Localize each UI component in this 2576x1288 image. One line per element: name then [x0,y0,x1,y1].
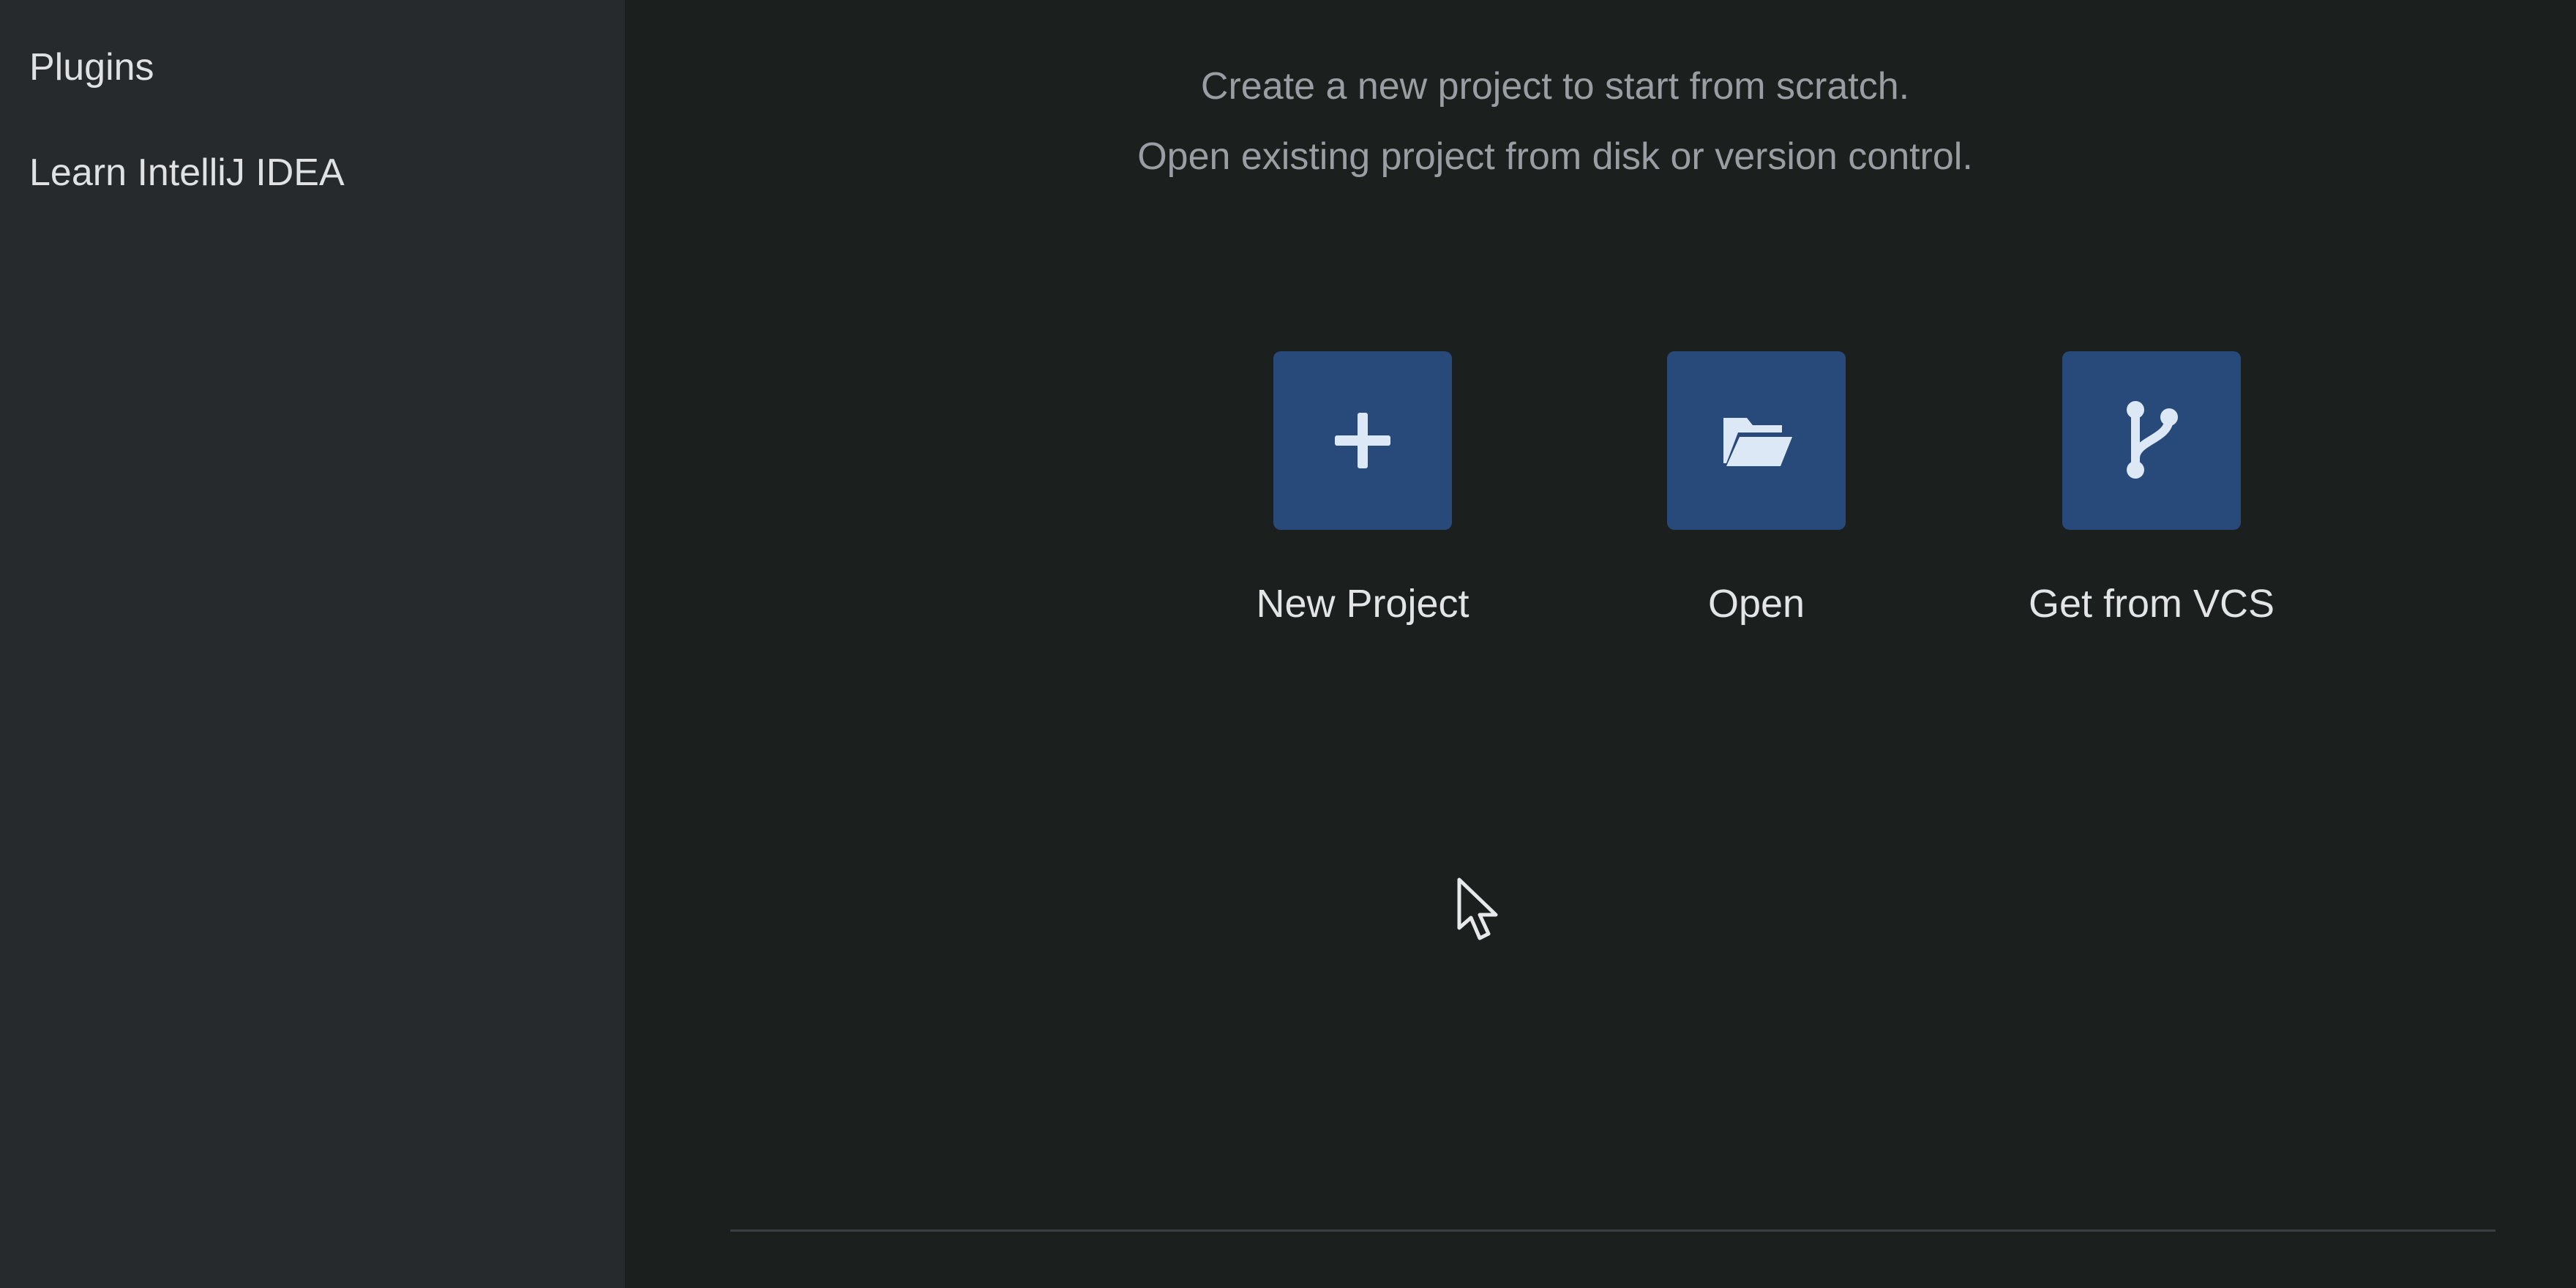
welcome-screen: Plugins Learn IntelliJ IDEA Create a new… [0,0,2576,1288]
sidebar-item-learn-intellij-idea[interactable]: Learn IntelliJ IDEA [29,154,345,192]
new-project-button[interactable] [1273,351,1452,530]
folder-open-icon [1723,418,1792,466]
new-project-label[interactable]: New Project [1216,584,1509,624]
get-from-vcs-button[interactable] [2062,351,2241,530]
sidebar-item-plugins[interactable]: Plugins [29,48,154,86]
mouse-cursor-icon [1457,877,1498,940]
open-action: Open [1610,351,1903,644]
subtitle-line-1: Create a new project to start from scrat… [1200,65,1910,108]
sidebar: Plugins Learn IntelliJ IDEA [0,0,625,1288]
open-button[interactable] [1667,351,1846,530]
plus-icon [1335,413,1390,468]
subtitle-line-2: Open existing project from disk or versi… [1137,135,1973,178]
vcs-branch-icon [2127,401,2178,479]
get-from-vcs-label[interactable]: Get from VCS [2005,584,2298,624]
new-project-action: New Project [1216,351,1509,644]
open-label[interactable]: Open [1610,584,1903,624]
main-panel: Create a new project to start from scrat… [625,0,2576,1288]
get-from-vcs-action: Get from VCS [2005,351,2298,644]
divider [730,1229,2496,1232]
